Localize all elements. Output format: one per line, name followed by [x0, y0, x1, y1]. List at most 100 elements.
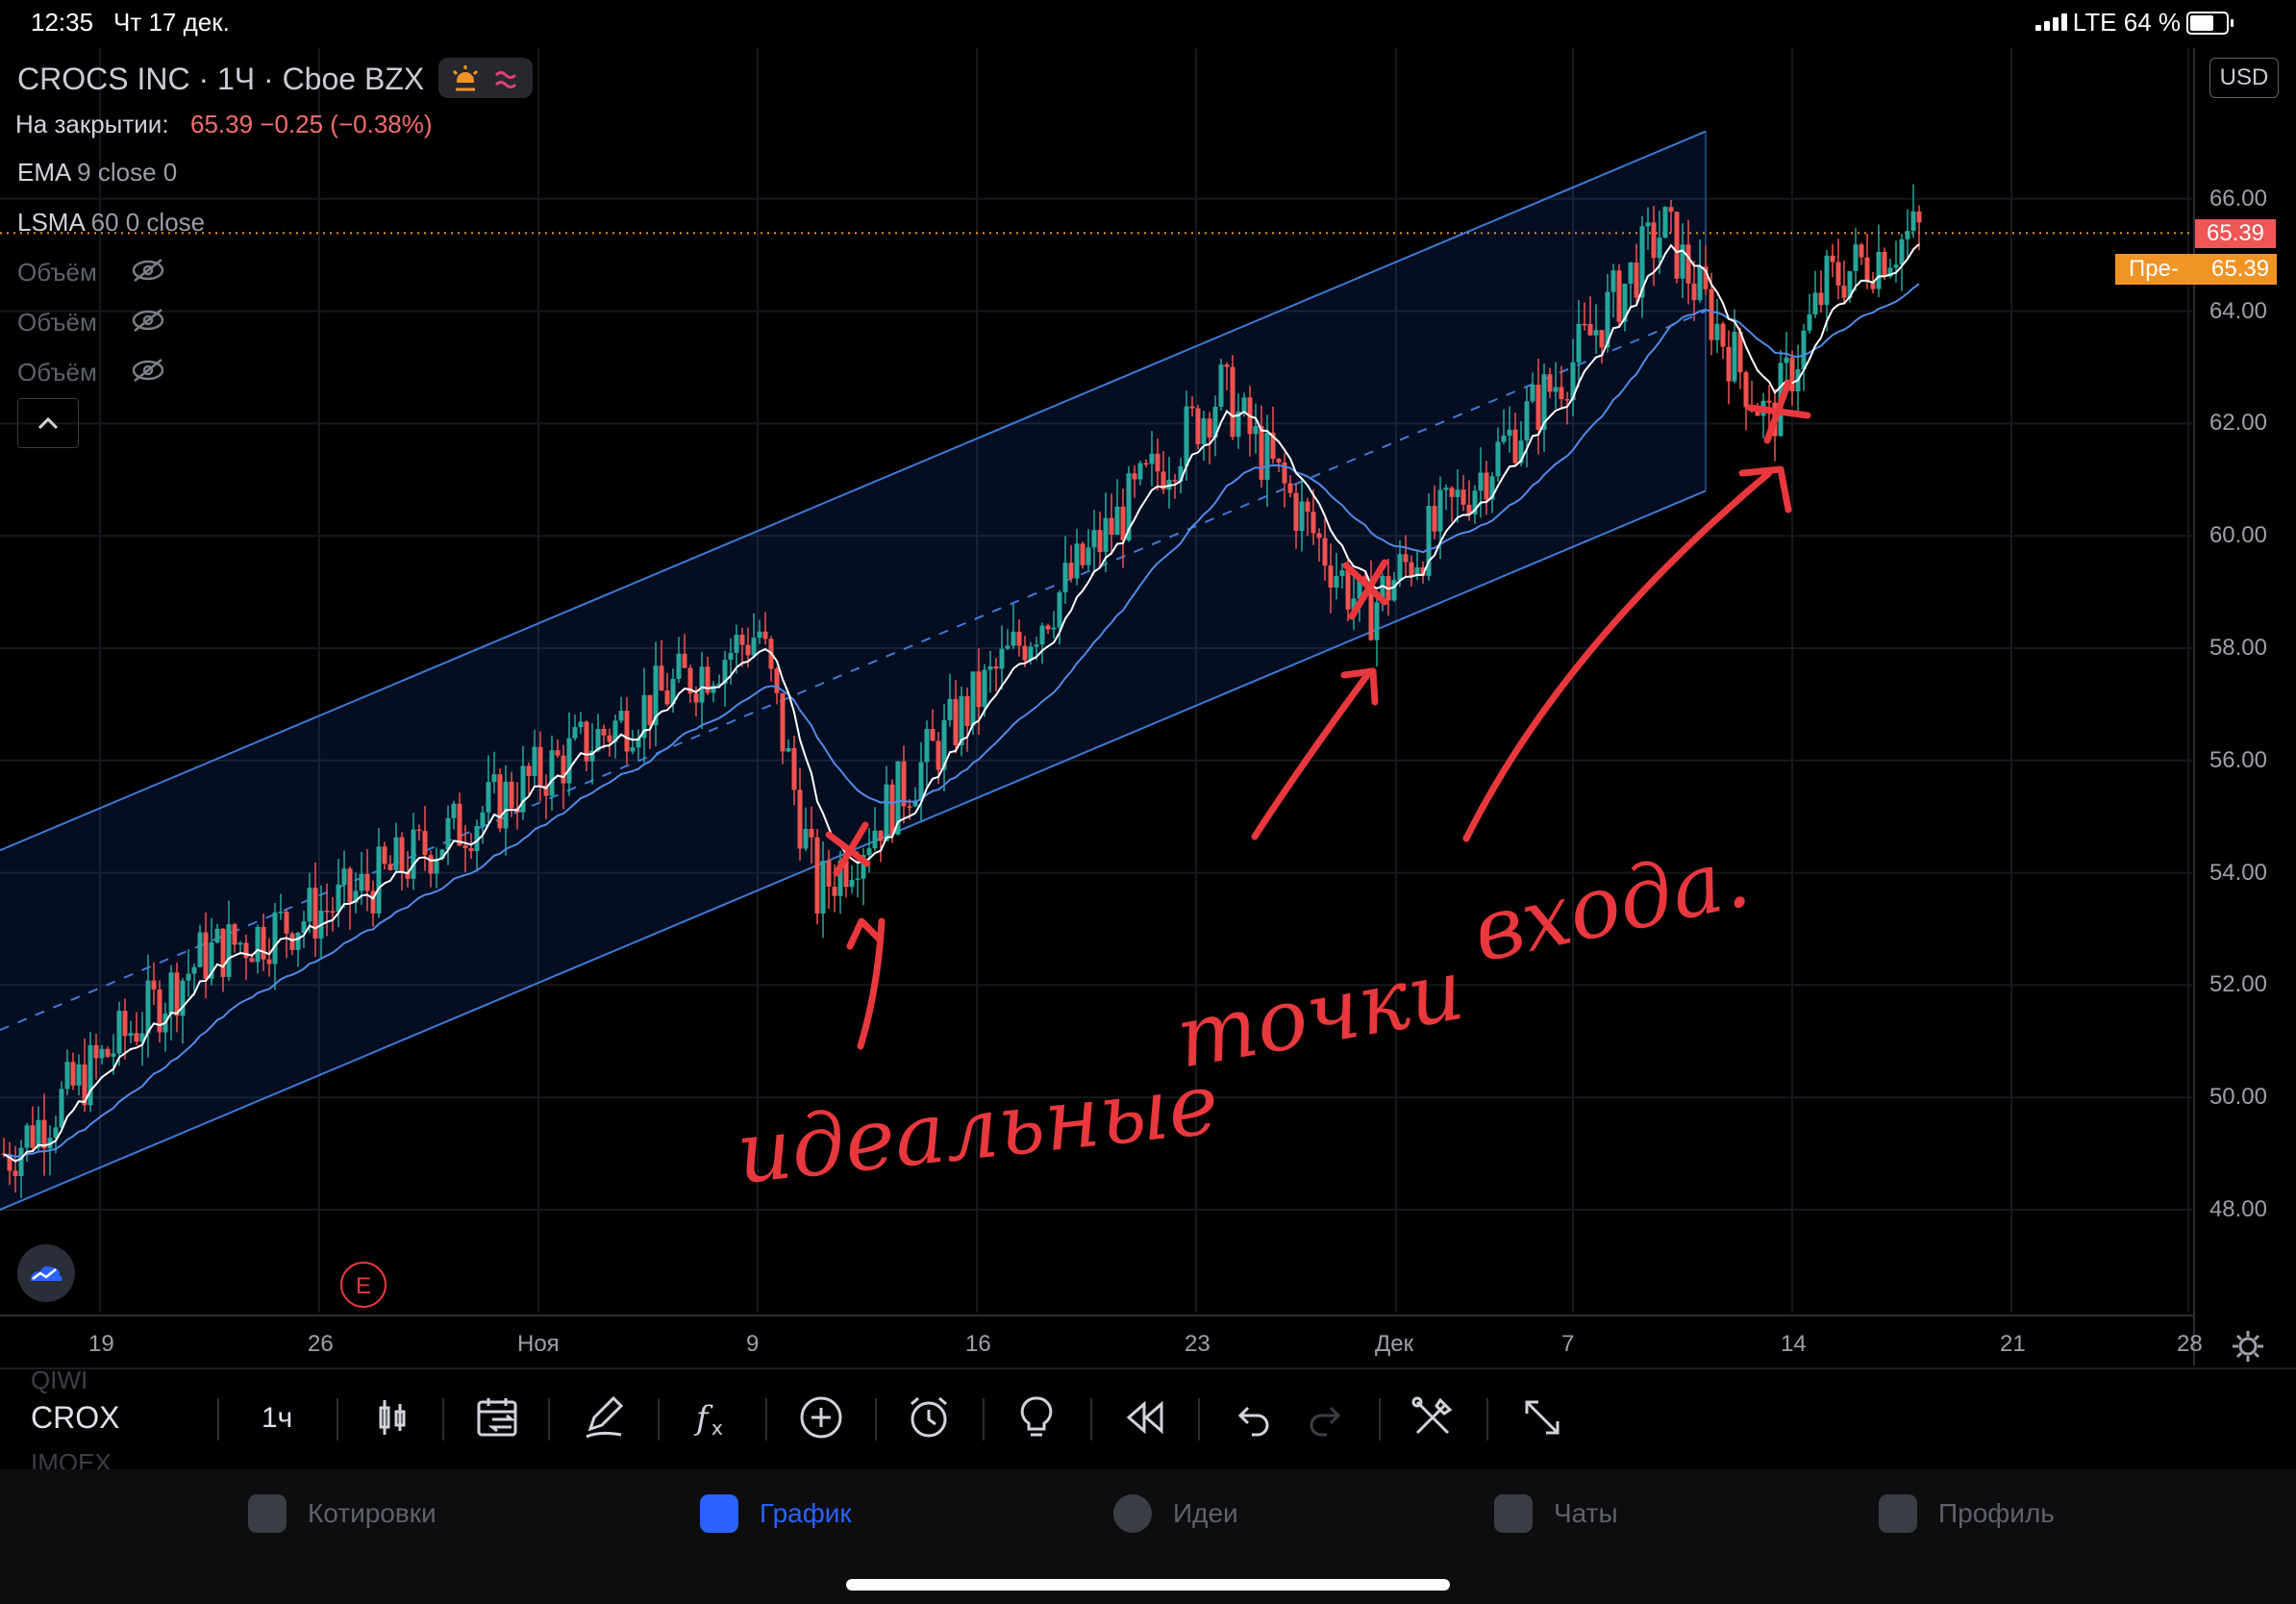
candle-body: [1587, 323, 1593, 336]
annotation-arrow: [1251, 667, 1379, 840]
candle-body: [1103, 517, 1109, 553]
candle-body: [1507, 429, 1512, 437]
candle-body: [341, 868, 347, 885]
candle-body: [1818, 292, 1824, 306]
ticker-prev[interactable]: QIWI: [31, 1366, 87, 1395]
candle-body: [1293, 492, 1299, 532]
candle-body: [959, 695, 964, 746]
settings-gear-icon[interactable]: [2229, 1327, 2267, 1366]
volume-legend-2[interactable]: Объём: [17, 308, 97, 338]
tradingview-logo-button[interactable]: [17, 1244, 75, 1302]
add-icon[interactable]: [794, 1391, 848, 1444]
currency-button[interactable]: USD: [2209, 58, 2279, 98]
nav-chats[interactable]: Чаты: [1494, 1494, 1618, 1533]
ema-legend[interactable]: EMA 9 close 0: [17, 158, 177, 188]
channel-mid: [0, 310, 1707, 1032]
redo-icon[interactable]: [1298, 1391, 1352, 1444]
chat-icon: [1494, 1494, 1533, 1533]
candle-body: [1316, 533, 1322, 539]
ticker-current[interactable]: CROX: [31, 1400, 119, 1436]
candle-body: [111, 1053, 116, 1057]
candle-body: [1916, 211, 1922, 223]
price-axis-label: 66.00: [2209, 185, 2267, 212]
candle-body: [820, 861, 826, 914]
replay-icon[interactable]: [1117, 1391, 1171, 1444]
candle-body: [930, 729, 936, 741]
lsma-legend[interactable]: LSMA 60 0 close: [17, 208, 205, 238]
candle-body: [1184, 406, 1189, 466]
candle-body: [1322, 538, 1328, 566]
candle-body: [1830, 255, 1835, 263]
home-indicator[interactable]: [846, 1579, 1450, 1591]
candle-body: [1051, 627, 1057, 630]
eye-hidden-icon[interactable]: [131, 358, 165, 383]
candle-body: [780, 692, 786, 752]
candle-body: [1743, 372, 1749, 408]
candle-body: [1443, 488, 1449, 490]
fullscreen-icon[interactable]: [1515, 1391, 1569, 1444]
eye-hidden-icon[interactable]: [131, 308, 165, 333]
candle-body: [976, 671, 982, 708]
alarm-clock-icon[interactable]: [902, 1391, 956, 1444]
candle-body: [105, 1048, 111, 1057]
candle-body: [1460, 489, 1466, 505]
nav-chart[interactable]: График: [700, 1494, 852, 1533]
candle-body: [1086, 547, 1091, 565]
candle-body: [1080, 543, 1086, 565]
candle-body: [555, 750, 561, 756]
candle-body: [336, 884, 341, 913]
candle-body: [151, 980, 157, 990]
collapse-legend-button[interactable]: [17, 398, 79, 448]
toolbar-separator: [875, 1398, 877, 1441]
candle-body: [757, 631, 762, 639]
indicators-fx-icon[interactable]: fx: [685, 1391, 738, 1444]
candle-body: [1253, 425, 1259, 435]
toolbar-separator: [1379, 1398, 1381, 1441]
candle-body: [18, 1147, 24, 1177]
annotation-arrow: [846, 917, 886, 1050]
price-axis-label: 62.00: [2209, 410, 2267, 437]
toolbar-separator: [337, 1398, 338, 1441]
nav-ideas[interactable]: Идеи: [1113, 1494, 1238, 1533]
time-axis-label: 21: [2000, 1331, 2026, 1357]
chart-icon: [700, 1494, 738, 1533]
candle-body: [237, 942, 243, 945]
session-icons[interactable]: [438, 58, 533, 98]
candle-body: [457, 803, 462, 846]
candle-body: [1120, 506, 1126, 540]
earnings-marker[interactable]: E: [340, 1262, 387, 1308]
toolbar-separator: [765, 1398, 767, 1441]
interval-button[interactable]: 1ч: [262, 1402, 292, 1435]
eye-hidden-icon[interactable]: [131, 258, 165, 283]
volume-legend-1[interactable]: Объём: [17, 258, 97, 288]
candle-body: [289, 933, 295, 950]
candle-body: [901, 761, 907, 807]
drawing-pen-icon[interactable]: [577, 1391, 631, 1444]
candle-body: [1697, 266, 1703, 301]
candle-body: [1501, 436, 1507, 442]
volume-legend-3[interactable]: Объём: [17, 358, 97, 388]
chart-canvas[interactable]: идеальныеточкивхода.: [0, 0, 2296, 1366]
tools-icon[interactable]: [1406, 1391, 1460, 1444]
nav-quotes[interactable]: Котировки: [248, 1494, 437, 1533]
lightbulb-icon[interactable]: [1010, 1391, 1063, 1444]
candle-body: [601, 728, 607, 736]
list-icon: [248, 1494, 287, 1533]
candle-body: [878, 830, 884, 841]
candle-body: [278, 912, 284, 914]
candle-body: [1391, 580, 1397, 601]
candle-body: [59, 1089, 64, 1128]
candle-body: [1259, 425, 1264, 480]
candle-body: [1651, 222, 1657, 259]
compare-icon[interactable]: [471, 1391, 525, 1444]
candle-type-icon[interactable]: [365, 1391, 419, 1444]
candle-body: [1437, 489, 1443, 532]
candle-body: [12, 1170, 18, 1177]
symbol-title[interactable]: CROCS INC · 1Ч · Cboe BZX: [17, 62, 424, 97]
candle-body: [324, 911, 330, 913]
undo-icon[interactable]: [1227, 1391, 1281, 1444]
candle-body: [728, 652, 734, 661]
time-axis-label: 16: [965, 1331, 991, 1357]
nav-profile[interactable]: Профиль: [1879, 1494, 2055, 1533]
candle-body: [70, 1062, 76, 1086]
